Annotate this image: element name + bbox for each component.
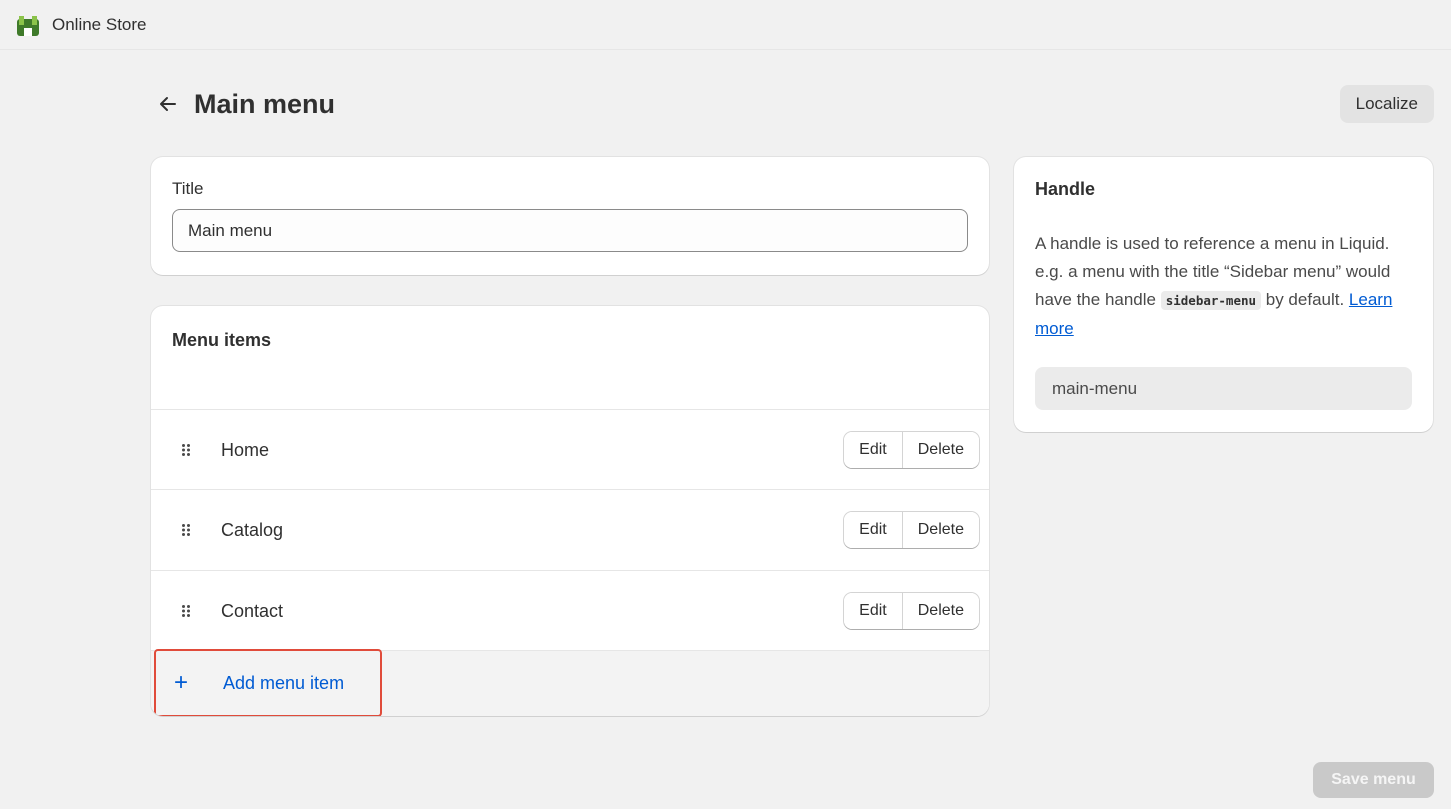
delete-button[interactable]: Delete bbox=[901, 512, 979, 548]
handle-card: Handle A handle is used to reference a m… bbox=[1014, 157, 1433, 432]
app-title: Online Store bbox=[52, 14, 147, 34]
menu-items-card: Menu items Home Edit Delete Catalog Edit… bbox=[151, 306, 989, 716]
add-menu-item-row: + Add menu item bbox=[151, 649, 989, 716]
handle-code-example: sidebar-menu bbox=[1160, 291, 1262, 310]
menu-item-label: Contact bbox=[221, 600, 284, 621]
localize-button[interactable]: Localize bbox=[1339, 85, 1434, 123]
plus-icon: + bbox=[173, 669, 188, 696]
page-header: Main menu Localize bbox=[150, 80, 1434, 128]
top-bar: Online Store bbox=[0, 0, 1451, 50]
back-button[interactable] bbox=[150, 86, 186, 122]
title-input[interactable] bbox=[172, 209, 968, 252]
title-field-label: Title bbox=[172, 179, 204, 198]
add-menu-item-label: Add menu item bbox=[223, 672, 345, 693]
add-menu-item-button[interactable]: + Add menu item bbox=[154, 649, 382, 716]
menu-item-row-contact: Contact Edit Delete bbox=[151, 570, 989, 651]
drag-handle-icon[interactable] bbox=[151, 443, 221, 457]
menu-item-row-catalog: Catalog Edit Delete bbox=[151, 489, 989, 570]
handle-input[interactable] bbox=[1035, 367, 1412, 410]
edit-button[interactable]: Edit bbox=[844, 512, 902, 548]
handle-heading: Handle bbox=[1035, 179, 1096, 199]
item-actions: Edit Delete bbox=[844, 593, 979, 629]
edit-button[interactable]: Edit bbox=[844, 593, 902, 629]
handle-desc-text-2: by default. bbox=[1261, 290, 1349, 309]
item-actions: Edit Delete bbox=[844, 432, 979, 468]
arrow-left-icon bbox=[160, 97, 176, 111]
drag-handle-icon[interactable] bbox=[151, 604, 221, 618]
handle-description: A handle is used to reference a menu in … bbox=[1035, 230, 1412, 343]
page-title: Main menu bbox=[194, 88, 336, 119]
menu-item-label: Catalog bbox=[221, 519, 284, 540]
item-actions: Edit Delete bbox=[844, 512, 979, 548]
menu-item-row-home: Home Edit Delete bbox=[151, 409, 989, 490]
header-left: Main menu bbox=[150, 86, 335, 122]
save-menu-button[interactable]: Save menu bbox=[1313, 762, 1434, 798]
drag-handle-icon[interactable] bbox=[151, 523, 221, 537]
menu-item-label: Home bbox=[221, 439, 270, 460]
menu-items-heading: Menu items bbox=[172, 330, 272, 350]
title-card: Title bbox=[151, 157, 989, 275]
edit-button[interactable]: Edit bbox=[844, 432, 902, 468]
delete-button[interactable]: Delete bbox=[901, 432, 979, 468]
store-app-icon bbox=[17, 15, 39, 36]
delete-button[interactable]: Delete bbox=[901, 593, 979, 629]
